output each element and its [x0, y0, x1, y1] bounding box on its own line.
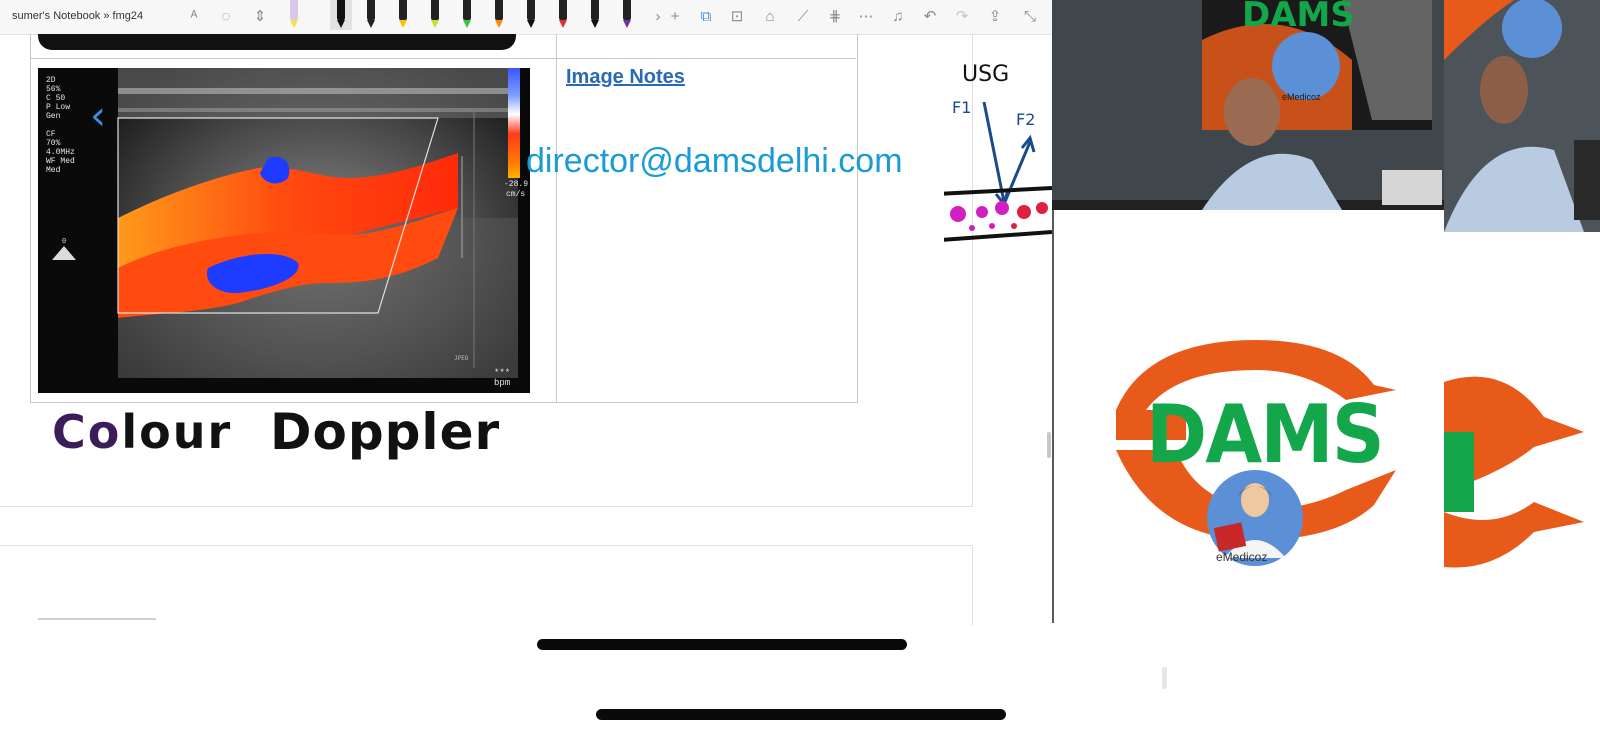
bpm-label: *** bpm: [494, 368, 511, 388]
notification-icon[interactable]: ♫: [888, 7, 908, 27]
pen-red[interactable]: [557, 0, 569, 30]
handwritten-colour-rest: lour: [121, 405, 233, 459]
presenter-camera-feed[interactable]: DAMS eMedicoz: [1052, 0, 1444, 210]
table-column-divider: [556, 34, 557, 402]
handwritten-doppler: Doppler: [270, 403, 501, 461]
handwritten-colour: Colour: [52, 405, 232, 459]
logo-text: DAMS: [1146, 388, 1385, 481]
email-watermark: director@damsdelhi.com: [526, 142, 903, 180]
home-indicator[interactable]: [537, 639, 907, 650]
usg-sketch: USG F1 F2: [944, 62, 1052, 252]
selected-pen[interactable]: [330, 0, 352, 30]
secondary-camera-feed[interactable]: [1444, 0, 1600, 232]
previous-image-edge: [38, 34, 516, 50]
pen-dark[interactable]: [525, 0, 537, 30]
secondary-logo-area: [1444, 232, 1600, 623]
presenter-video: DAMS: [1052, 0, 1444, 210]
text-format-icon[interactable]: ᴬ: [184, 7, 204, 27]
secondary-video: [1444, 0, 1600, 232]
fullscreen-icon[interactable]: ⤡: [1020, 7, 1040, 27]
jpeg-label: JPEG: [454, 355, 469, 362]
image-notes-link[interactable]: Image Notes: [566, 66, 685, 89]
ruler-icon[interactable]: ⟋: [793, 7, 813, 27]
velocity-scale-value: -28.9: [504, 180, 529, 189]
logo-subtext: eMedicoz: [1216, 550, 1268, 564]
undo-icon[interactable]: ↶: [920, 7, 940, 27]
probe-marker-label: 0: [62, 238, 67, 246]
svg-text:DAMS: DAMS: [1242, 0, 1355, 35]
highlighter-pen[interactable]: [288, 0, 300, 30]
ribbon-toolbar: sumer's Notebook » fmg24 ᴬ ◌ ⇕ › + ⧉ ⊡ ⌂…: [0, 0, 1052, 35]
notebook-page-next[interactable]: [0, 545, 973, 626]
ink-replay-icon[interactable]: ⋕: [825, 7, 845, 27]
handwritten-colour-start: Co: [52, 405, 122, 459]
pen-yellow[interactable]: [397, 0, 409, 30]
share-icon[interactable]: ⇪: [985, 7, 1005, 27]
colour-velocity-scale: [508, 68, 520, 178]
breadcrumb[interactable]: sumer's Notebook » fmg24: [12, 10, 143, 22]
pen-black-2[interactable]: [589, 0, 601, 30]
pen-orange[interactable]: [493, 0, 505, 30]
add-space-icon[interactable]: ⇕: [250, 7, 270, 27]
badge-text: eMedicoz: [1282, 92, 1321, 102]
pen-purple[interactable]: [621, 0, 633, 30]
ultrasound-settings-readout: 2D 56% C 50 P Low Gen CF 70% 4.0MHz WF M…: [46, 76, 75, 175]
velocity-scale-unit: cm/s: [506, 190, 526, 199]
pen-black[interactable]: [365, 0, 377, 30]
more-icon[interactable]: ⋯: [856, 7, 876, 27]
panel-resize-handle[interactable]: [1047, 432, 1051, 458]
pen-lime[interactable]: [429, 0, 441, 30]
redo-icon[interactable]: ↷: [952, 7, 972, 27]
logo-fragment: [1444, 376, 1584, 568]
table-row-divider: [30, 58, 856, 59]
ink-to-text-icon[interactable]: ⌂: [760, 7, 780, 27]
pen-green[interactable]: [461, 0, 473, 30]
copy-ink-icon[interactable]: ⊡: [727, 7, 747, 27]
chevron-left-icon[interactable]: ‹: [90, 96, 120, 136]
doppler-shift-diagram: [944, 101, 1052, 242]
home-indicator-secondary[interactable]: [596, 709, 1006, 720]
lasso-select-icon[interactable]: ◌: [216, 7, 236, 27]
add-pen-icon[interactable]: +: [665, 7, 685, 27]
secondary-scroll-handle[interactable]: [1162, 667, 1167, 689]
shapes-icon[interactable]: ⧉: [696, 7, 716, 27]
page-divider: [38, 618, 156, 620]
